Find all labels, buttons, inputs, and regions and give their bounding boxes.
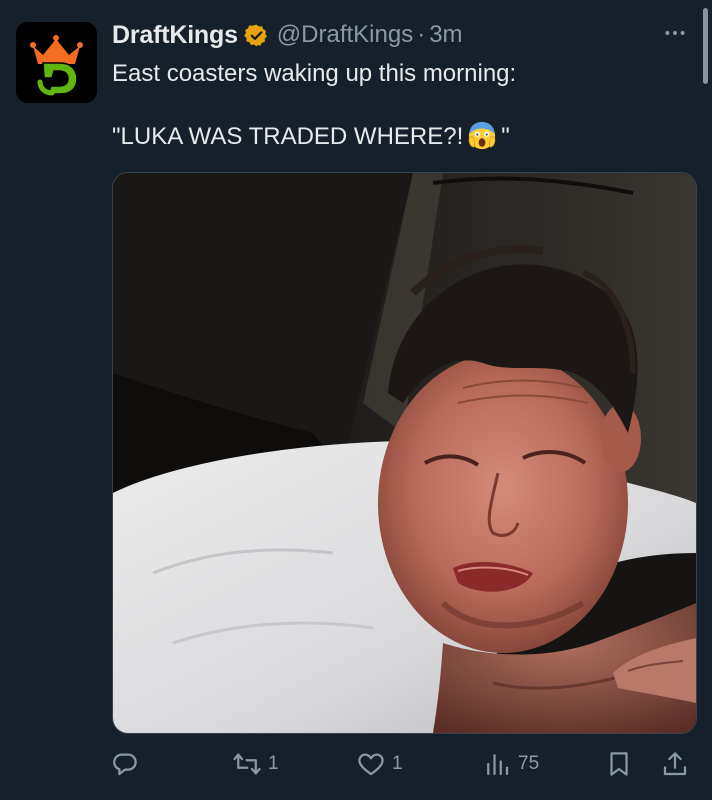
share-button[interactable] [660, 742, 690, 786]
separator-dot: · [417, 21, 426, 48]
retweet-count: 1 [268, 753, 279, 774]
draftkings-logo-icon [16, 22, 97, 103]
tweet-header: DraftKings @DraftKings · 3m [112, 18, 463, 52]
display-name[interactable]: DraftKings [112, 21, 238, 50]
tweet-quote-close: " [501, 123, 510, 150]
bookmark-button[interactable] [604, 742, 634, 786]
more-dots-icon [665, 31, 685, 35]
bookmark-icon [610, 752, 628, 776]
more-options-button[interactable] [660, 18, 690, 48]
retweet-icon [233, 753, 261, 775]
share-icon [663, 752, 687, 776]
views-chart-icon [487, 754, 509, 776]
tweet-quote-text: "LUKA WAS TRADED WHERE?! [112, 123, 464, 150]
tweet-action-bar: 1 1 75 [0, 742, 712, 786]
reply-button[interactable] [110, 742, 140, 786]
like-count: 1 [392, 753, 403, 774]
tweet-text: East coasters waking up this morning: "L… [112, 58, 682, 153]
tweet-timestamp[interactable]: 3m [429, 21, 462, 49]
avatar[interactable] [16, 22, 97, 103]
scrollbar[interactable] [703, 8, 708, 84]
reply-icon [113, 753, 137, 776]
tweet-line-1: East coasters waking up this morning: [112, 60, 517, 87]
photo-image [113, 173, 696, 733]
account-handle[interactable]: @DraftKings [277, 21, 413, 49]
verified-badge-icon [244, 23, 269, 48]
like-button[interactable]: 1 [356, 742, 403, 786]
views-button[interactable]: 75 [482, 742, 539, 786]
tweet-view: DraftKings @DraftKings · 3m East coaster… [0, 0, 712, 800]
retweet-button[interactable]: 1 [232, 742, 279, 786]
heart-icon [358, 753, 384, 776]
tweet-photo[interactable] [112, 172, 697, 734]
tweet-line-2: "LUKA WAS TRADED WHERE?! " [112, 120, 682, 153]
views-count: 75 [518, 753, 540, 774]
screaming-face-emoji-icon [467, 120, 497, 150]
